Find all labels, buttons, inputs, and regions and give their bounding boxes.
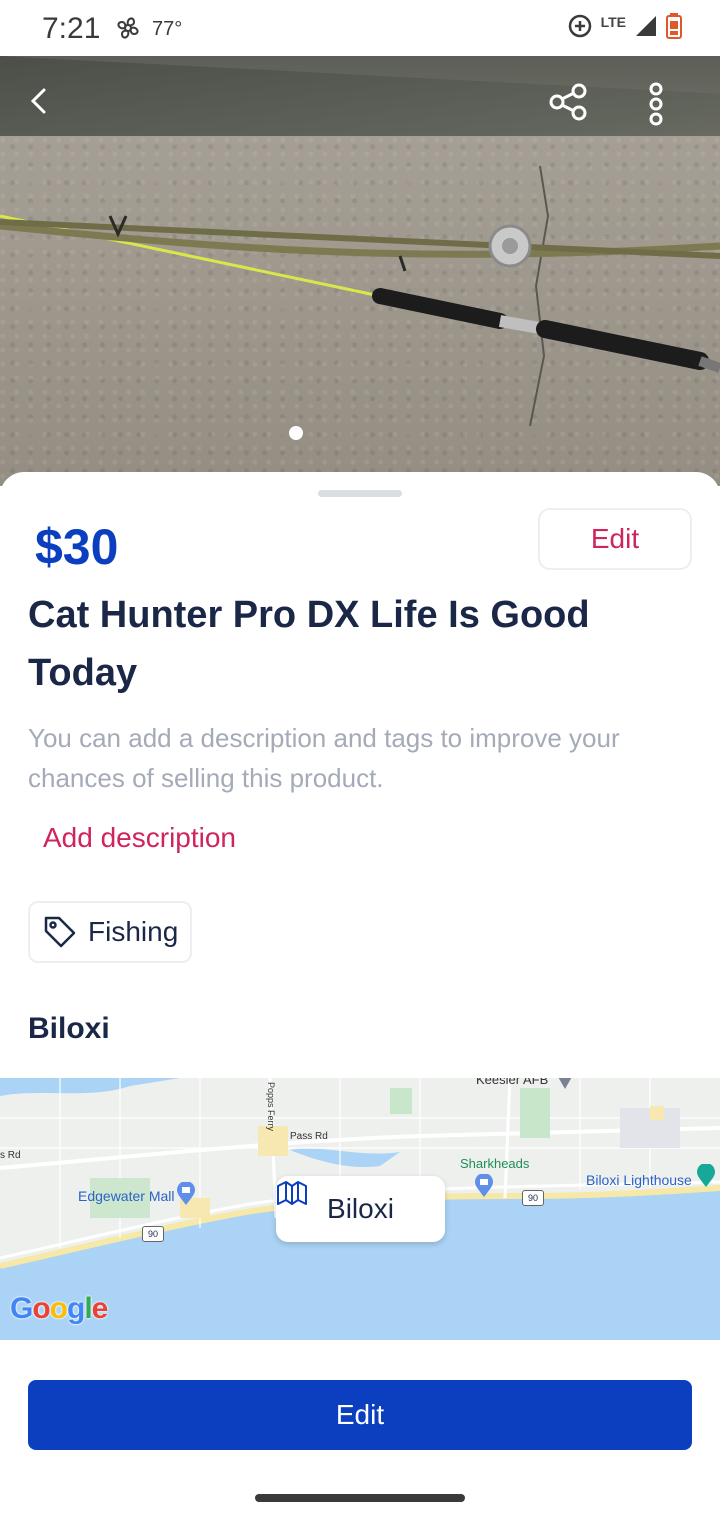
back-button[interactable] [26, 86, 74, 134]
status-time: 7:21 [42, 12, 101, 45]
map-location-chip-label: Biloxi [327, 1193, 394, 1224]
map-label-rd: s Rd [0, 1150, 21, 1161]
category-tag[interactable]: Fishing [28, 901, 192, 963]
map-label-keesler: Keesler AFB [476, 1078, 549, 1087]
data-saver-icon [567, 13, 593, 44]
map-marker-icon [277, 1181, 307, 1205]
status-bar: 7:21 77° LTE [0, 0, 720, 56]
map-label-edgewater: Edgewater Mall [78, 1188, 175, 1204]
bottom-action-bar: Edit [0, 1340, 720, 1520]
more-options-button[interactable] [648, 82, 694, 134]
edit-primary-button[interactable]: Edit [28, 1380, 692, 1450]
map-label-pass-rd: Pass Rd [290, 1131, 328, 1142]
category-tag-label: Fishing [88, 916, 179, 947]
google-logo: Google [10, 1292, 108, 1325]
map-location-chip[interactable]: Biloxi [276, 1176, 445, 1242]
more-vertical-icon [649, 82, 663, 126]
share-icon [549, 83, 587, 121]
location-heading: Biloxi [28, 1012, 110, 1045]
route-90-label: 90 [527, 1193, 538, 1203]
signal-icon [634, 14, 658, 43]
battery-icon [666, 12, 682, 44]
map-label-lighthouse: Biloxi Lighthouse [586, 1172, 692, 1188]
route-shield-icon: 90 [522, 1190, 544, 1206]
listing-price: $30 [35, 519, 119, 575]
status-icons: LTE [567, 12, 682, 44]
listing-title: Cat Hunter Pro DX Life Is Good Today [28, 594, 590, 694]
fan-icon [114, 14, 142, 42]
description-hint: You can add a description and tags to im… [28, 723, 620, 793]
sheet-drag-handle[interactable] [318, 490, 402, 497]
chevron-left-icon [30, 88, 46, 114]
route-90-label: 90 [147, 1229, 158, 1239]
listing-photo[interactable] [0, 56, 720, 486]
photo-page-indicator [289, 426, 303, 440]
fishing-rod-illustration [0, 165, 720, 427]
edit-listing-button[interactable]: Edit [538, 508, 692, 570]
network-type: LTE [600, 14, 626, 30]
share-button[interactable] [548, 82, 600, 134]
tag-icon [44, 916, 76, 948]
route-shield-icon: 90 [142, 1226, 164, 1242]
gesture-navigation-bar[interactable] [255, 1494, 465, 1502]
map-label-sharkheads: Sharkheads [460, 1156, 530, 1171]
status-temperature: 77° [152, 18, 183, 40]
location-map[interactable]: Keesler AFB Pass Rd s Rd Popps Ferry Sha… [0, 1078, 720, 1340]
add-description-link[interactable]: Add description [43, 822, 236, 854]
map-label-popps: Popps Ferry [266, 1082, 276, 1132]
